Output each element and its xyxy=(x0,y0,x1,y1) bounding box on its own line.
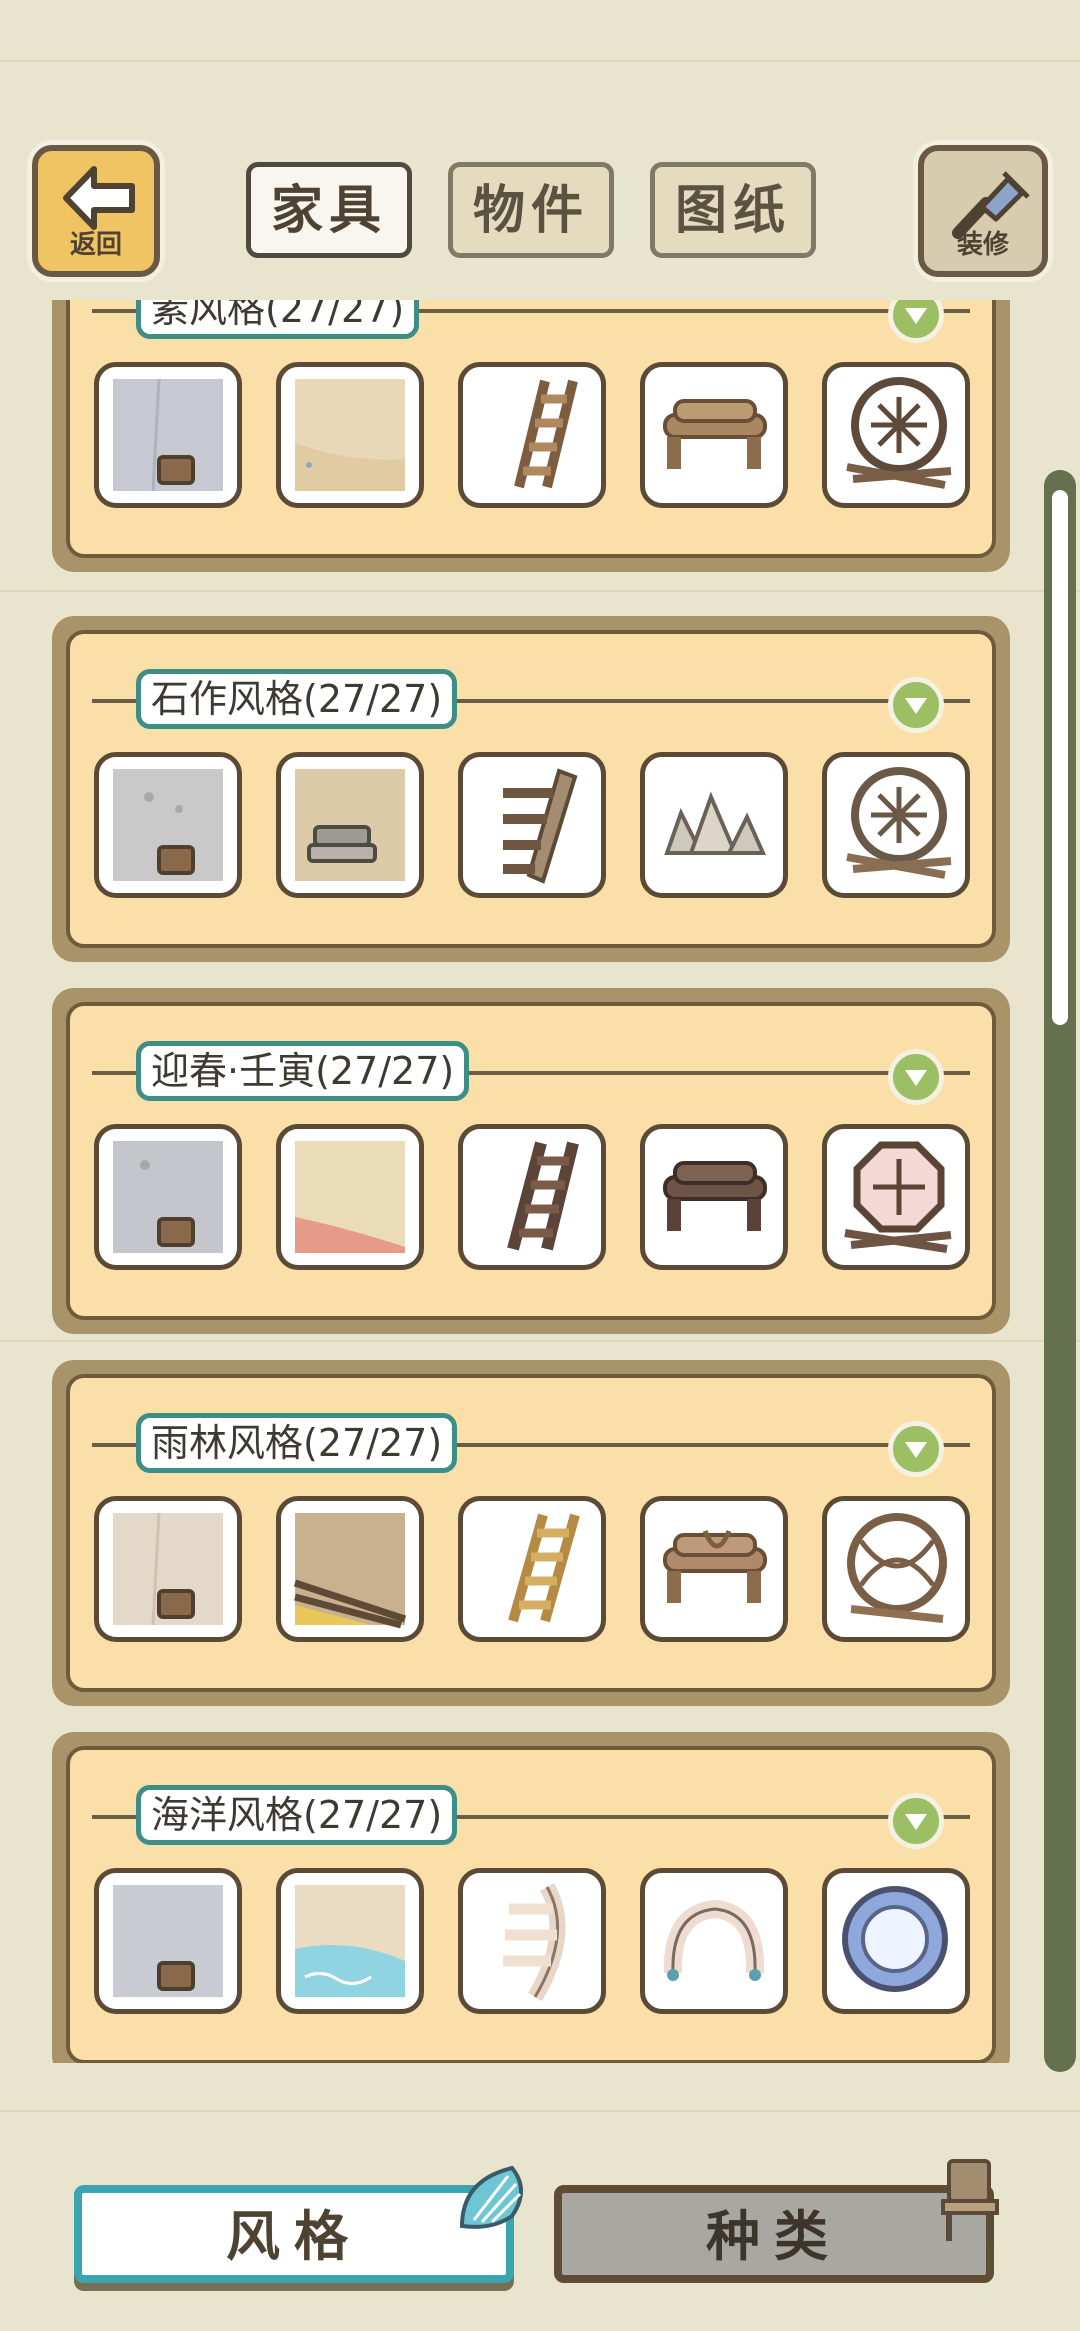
expand-icon[interactable] xyxy=(888,1793,944,1849)
style-section: 雨林风格(27/27) xyxy=(52,1360,1010,1706)
floor-icon xyxy=(295,379,405,491)
back-button[interactable]: 返回 xyxy=(32,145,160,277)
ladder-icon xyxy=(514,379,578,489)
item-slot[interactable] xyxy=(822,1496,970,1642)
tab-furniture[interactable]: 家具 xyxy=(246,162,412,258)
octagon-window-icon xyxy=(844,1141,952,1253)
floor-icon xyxy=(295,769,405,881)
porthole-icon xyxy=(842,1886,948,1992)
round-window-icon xyxy=(846,767,952,879)
shell-icon xyxy=(459,2165,523,2229)
item-slot[interactable] xyxy=(822,752,970,898)
item-slot[interactable] xyxy=(276,362,424,508)
floor-icon xyxy=(293,1513,407,1629)
log-bench-icon xyxy=(663,1530,767,1603)
decorate-button[interactable]: 装修 xyxy=(918,145,1048,277)
wood-grain xyxy=(0,60,1080,62)
item-slot[interactable] xyxy=(640,1124,788,1270)
rocks-icon xyxy=(664,791,767,855)
back-label: 返回 xyxy=(69,230,122,260)
back-arrow-icon xyxy=(63,166,135,230)
item-slot[interactable] xyxy=(640,1868,788,2014)
decorate-label: 装修 xyxy=(956,230,1009,260)
stair-icon xyxy=(503,1883,566,2002)
wall-icon xyxy=(113,1141,223,1253)
ladder-icon xyxy=(507,1141,579,1251)
item-slot[interactable] xyxy=(640,1496,788,1642)
chair-icon xyxy=(941,2159,999,2241)
ladder-icon xyxy=(508,1513,580,1623)
section-title: 素风格(27/27) xyxy=(136,300,420,339)
floor-icon xyxy=(295,1885,405,1997)
expand-icon[interactable] xyxy=(888,677,944,733)
item-slot[interactable] xyxy=(94,1868,242,2014)
item-slot[interactable] xyxy=(458,1868,606,2014)
coral-arch-icon xyxy=(663,1899,765,1981)
section-title: 雨林风格(27/27) xyxy=(136,1413,458,1473)
round-window-icon xyxy=(846,377,952,489)
style-list[interactable]: 素风格(27/27) 石作风格(27/27) 迎春·壬寅(27/27) 雨林风格… xyxy=(0,300,1080,2063)
expand-icon[interactable] xyxy=(888,1421,944,1477)
style-section: 素风格(27/27) xyxy=(52,300,1010,572)
round-window-icon xyxy=(847,1513,947,1623)
item-slot[interactable] xyxy=(640,362,788,508)
style-section: 海洋风格(27/27) xyxy=(52,1732,1010,2063)
item-slot[interactable] xyxy=(640,752,788,898)
scrollbar-thumb[interactable] xyxy=(1052,490,1068,1025)
item-slot[interactable] xyxy=(822,362,970,508)
item-slot[interactable] xyxy=(458,752,606,898)
wall-icon xyxy=(113,1512,223,1626)
tab-objects[interactable]: 物件 xyxy=(448,162,614,258)
item-slot[interactable] xyxy=(94,1496,242,1642)
item-slot[interactable] xyxy=(94,362,242,508)
item-slot[interactable] xyxy=(822,1868,970,2014)
item-slot[interactable] xyxy=(822,1124,970,1270)
wall-icon xyxy=(113,1885,223,1997)
section-title: 迎春·壬寅(27/27) xyxy=(136,1041,470,1101)
style-section: 迎春·壬寅(27/27) xyxy=(52,988,1010,1334)
item-slot[interactable] xyxy=(458,362,606,508)
log-bench-icon xyxy=(663,399,767,469)
item-slot[interactable] xyxy=(276,1496,424,1642)
item-slot[interactable] xyxy=(458,1124,606,1270)
item-slot[interactable] xyxy=(276,1868,424,2014)
style-button[interactable]: 风格 xyxy=(74,2185,514,2283)
expand-icon[interactable] xyxy=(888,300,944,343)
item-slot[interactable] xyxy=(276,1124,424,1270)
wood-grain xyxy=(0,2110,1080,2112)
wall-icon xyxy=(113,769,223,881)
item-slot[interactable] xyxy=(94,1124,242,1270)
item-slot[interactable] xyxy=(276,752,424,898)
section-title: 石作风格(27/27) xyxy=(136,669,458,729)
item-slot[interactable] xyxy=(458,1496,606,1642)
log-bench-icon xyxy=(663,1161,767,1231)
floor-icon xyxy=(295,1141,405,1253)
item-slot[interactable] xyxy=(94,752,242,898)
expand-icon[interactable] xyxy=(888,1049,944,1105)
tab-blueprints[interactable]: 图纸 xyxy=(650,162,816,258)
stair-icon xyxy=(503,768,578,884)
wall-icon xyxy=(113,378,223,492)
section-title: 海洋风格(27/27) xyxy=(136,1785,458,1845)
kind-button[interactable]: 种类 xyxy=(554,2185,994,2283)
style-section: 石作风格(27/27) xyxy=(52,616,1010,962)
